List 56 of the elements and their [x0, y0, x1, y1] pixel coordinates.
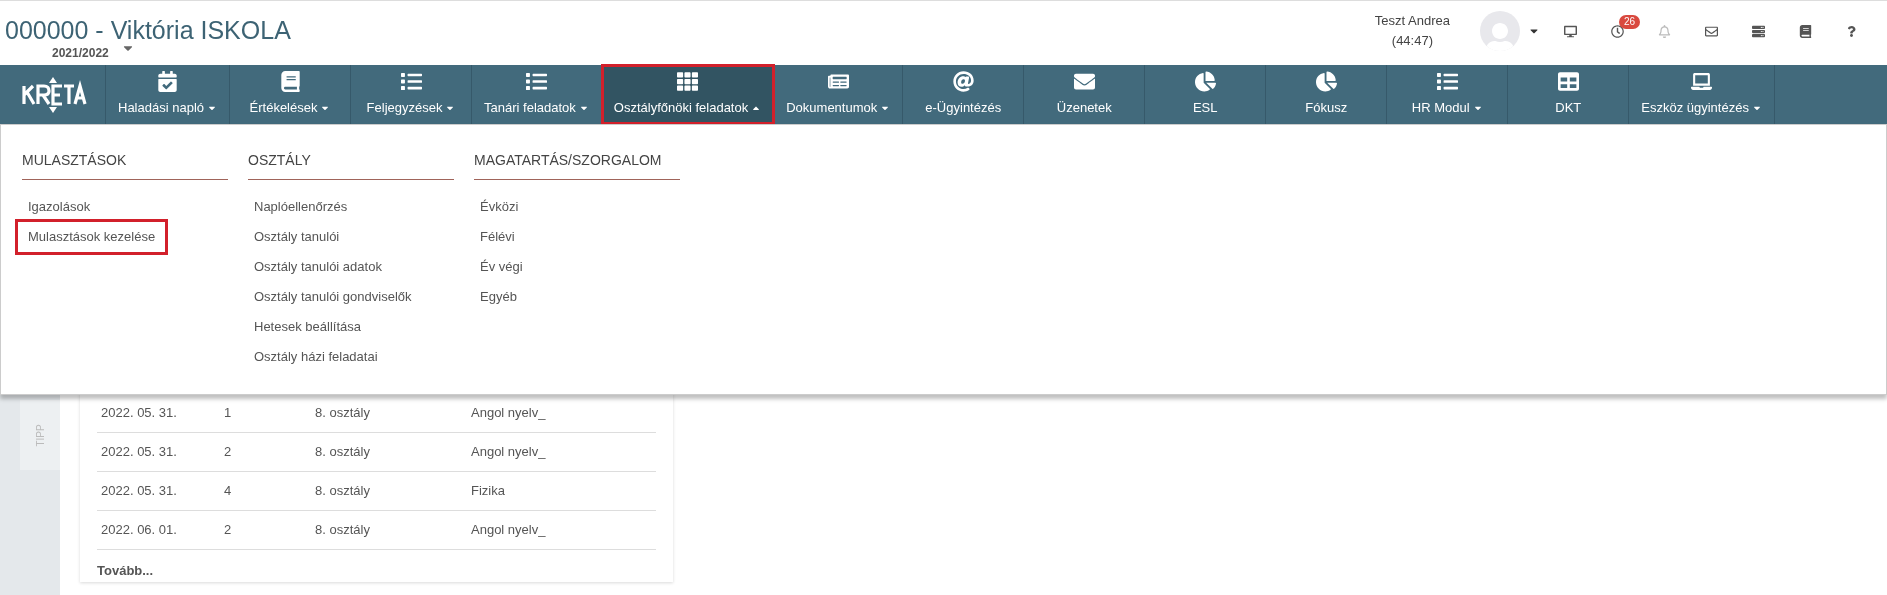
- menu-item[interactable]: Félévi: [470, 222, 525, 252]
- book-icon: [279, 71, 301, 93]
- table-cell-text: Fizika: [471, 482, 506, 501]
- user-name: Teszt Andrea: [1374, 12, 1450, 30]
- menu-item[interactable]: Egyéb: [470, 282, 527, 312]
- menu-item[interactable]: Hetesek beállítása: [244, 312, 371, 342]
- pie-chart-icon: [1194, 71, 1216, 93]
- table-cell-text: 2: [224, 443, 233, 462]
- table-cell-text: 2022. 05. 31.: [100, 443, 178, 462]
- menu-item[interactable]: Évközi: [470, 192, 529, 222]
- table-cell-text: 2022. 05. 31.: [100, 482, 178, 501]
- at-sign-icon: [952, 71, 974, 93]
- list-icon: [400, 71, 422, 93]
- more-link[interactable]: Tovább...: [97, 563, 154, 578]
- menu-heading: OSZTÁLY: [248, 150, 454, 180]
- table-cell-text: Angol nyelv_: [471, 443, 547, 462]
- clock-icon[interactable]: [1611, 24, 1624, 38]
- grid-icon: [677, 71, 698, 93]
- menu-heading: MAGATARTÁS/SZORGALOM: [474, 150, 680, 180]
- school-year[interactable]: 2021/2022: [52, 45, 109, 61]
- table-cell-text: 8. osztály: [315, 443, 371, 462]
- mail-icon[interactable]: [1705, 24, 1718, 38]
- calendar-check-icon: [157, 71, 178, 93]
- pie-chart-icon: [1315, 71, 1337, 93]
- nav-tab[interactable]: Osztályfőnöki feladatok: [601, 65, 775, 124]
- menu-item[interactable]: Év végi: [470, 252, 533, 282]
- menu-item[interactable]: Mulasztások kezelése: [18, 222, 166, 252]
- menu-item[interactable]: Osztály tanulói gondviselők: [244, 282, 422, 312]
- table-cell-text: 4: [224, 482, 233, 501]
- list-icon: [525, 71, 547, 93]
- table-cell-text: 2: [224, 521, 233, 540]
- nav-tab[interactable]: Üzenetek: [1024, 65, 1146, 124]
- session-timer: (44:47): [1391, 32, 1433, 50]
- book-icon[interactable]: [1799, 24, 1812, 38]
- notification-badge: 26: [1619, 14, 1641, 29]
- server-icon[interactable]: [1752, 24, 1765, 38]
- help-icon[interactable]: [1846, 25, 1857, 37]
- menu-item[interactable]: Naplóellenőrzés: [244, 192, 358, 222]
- menu-item[interactable]: Osztály tanulói adatok: [244, 252, 392, 282]
- table-cell-text: 8. osztály: [315, 482, 371, 501]
- table-cell-text: 2022. 05. 31.: [100, 404, 178, 423]
- menu-heading: MULASZTÁSOK: [22, 150, 228, 180]
- laptop-icon: [1691, 71, 1713, 93]
- monitor-icon[interactable]: [1564, 24, 1577, 38]
- table-cell-text: 1: [224, 404, 233, 423]
- school-title: 000000 - Viktória ISKOLA: [5, 15, 291, 45]
- table-cell-text: 8. osztály: [315, 404, 371, 423]
- table-icon: [1557, 71, 1579, 93]
- list-icon: [1436, 71, 1458, 93]
- menu-item[interactable]: Osztály tanulói: [244, 222, 350, 252]
- menu-item[interactable]: Osztály házi feladatai: [244, 342, 388, 372]
- table-cell-text: 8. osztály: [315, 521, 371, 540]
- menu-item[interactable]: Igazolások: [18, 192, 101, 222]
- table-cell-text: Angol nyelv_: [471, 404, 547, 423]
- table-cell-text: 2022. 06. 01.: [100, 521, 178, 540]
- table-cell-text: Angol nyelv_: [471, 521, 547, 540]
